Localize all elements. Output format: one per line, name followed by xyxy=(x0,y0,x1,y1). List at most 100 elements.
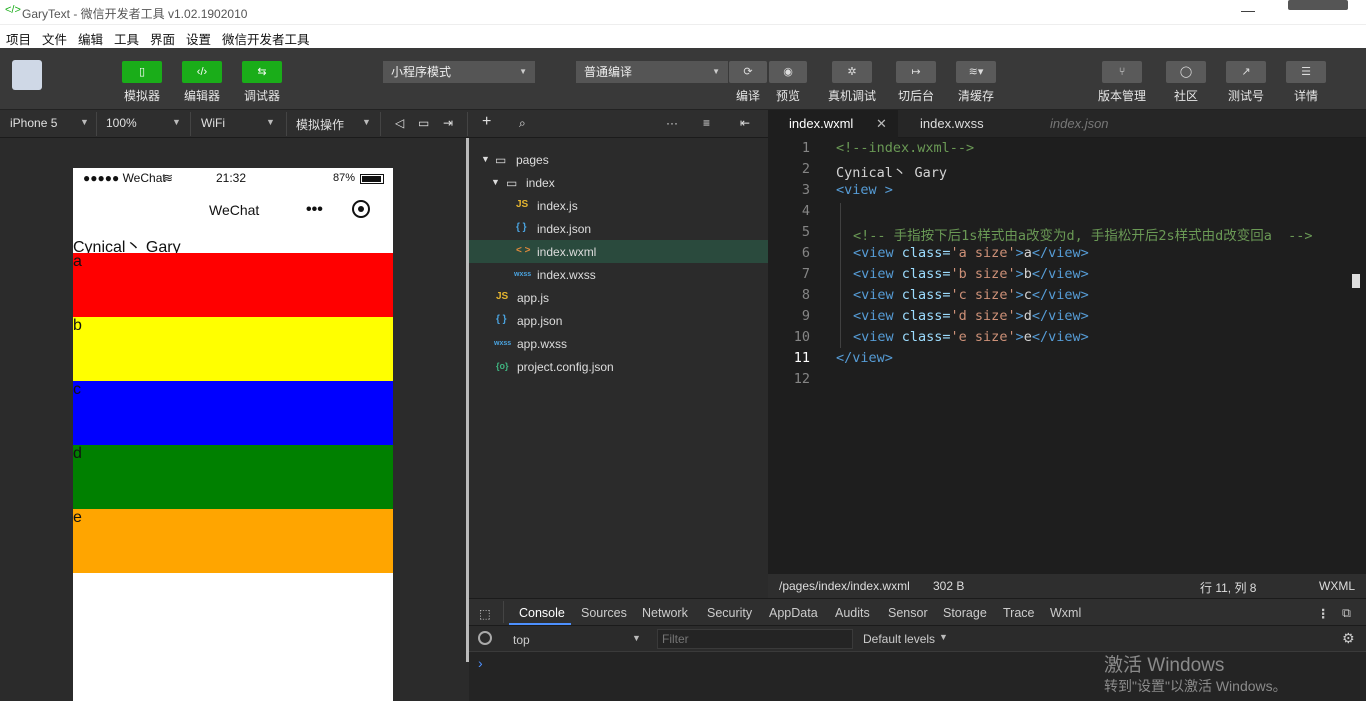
minimize-button[interactable]: — xyxy=(1241,2,1255,18)
cursor-position[interactable]: 行 11, 列 8 xyxy=(1200,579,1256,596)
more-menu-icon[interactable]: ••• xyxy=(306,201,323,219)
toggle-tree-icon[interactable]: ⇤ xyxy=(740,116,750,130)
mode-select-value: 小程序模式 xyxy=(391,65,452,79)
simulator-label: 模拟器 xyxy=(123,89,160,103)
remote-debug-label: 真机调试 xyxy=(827,89,876,103)
file-app-json[interactable]: { } app.json xyxy=(469,309,768,332)
tab-index-wxss[interactable]: index.wxss xyxy=(899,110,1029,138)
tab-index-wxml[interactable]: index.wxml ✕ xyxy=(768,110,898,138)
phone-screen[interactable]: ●●●●● WeChat ≋ 21:32 87% WeChat ••• Cyni… xyxy=(73,168,393,701)
scrollbar-thumb[interactable] xyxy=(1352,274,1360,288)
editor-toggle[interactable]: ‹/› xyxy=(182,61,222,83)
filter-input[interactable] xyxy=(657,629,853,649)
levels-select[interactable]: Default levels xyxy=(863,632,935,646)
menu-project[interactable]: 项目 xyxy=(6,29,31,48)
device-select[interactable]: iPhone 5 xyxy=(10,116,57,130)
file-app-wxss[interactable]: wxss app.wxss xyxy=(469,332,768,355)
menu-settings[interactable]: 设置 xyxy=(186,29,211,48)
details-button[interactable]: ☰ xyxy=(1286,61,1326,83)
remote-debug-button[interactable]: ✲ xyxy=(832,61,872,83)
folder-label: pages xyxy=(516,153,549,167)
tab-sensor[interactable]: Sensor xyxy=(888,606,928,620)
chevron-down-icon: ▼ xyxy=(266,117,275,127)
line-number: 6 xyxy=(801,245,810,261)
menu-wechat-devtools[interactable]: 微信开发者工具 xyxy=(222,29,310,48)
menu-edit[interactable]: 编辑 xyxy=(78,29,103,48)
file-project-config[interactable]: {o} project.config.json xyxy=(469,355,768,378)
test-account-label: 测试号 xyxy=(1227,89,1264,103)
code-token: > xyxy=(1015,308,1024,324)
add-file-icon[interactable]: + xyxy=(482,113,491,131)
search-icon[interactable]: ⌕ xyxy=(519,116,526,131)
detach-icon[interactable]: ⇥ xyxy=(443,116,453,130)
compile-select-value: 普通编译 xyxy=(584,65,633,79)
block-label: b xyxy=(73,317,82,334)
tab-wxml[interactable]: Wxml xyxy=(1050,606,1081,620)
file-index-wxss[interactable]: wxss index.wxss xyxy=(469,263,768,286)
close-icon[interactable]: ✕ xyxy=(876,110,887,138)
file-app-js[interactable]: JS app.js xyxy=(469,286,768,309)
debugger-toggle[interactable]: ⇆ xyxy=(242,61,282,83)
file-index-json[interactable]: { } index.json xyxy=(469,217,768,240)
tab-audits[interactable]: Audits xyxy=(835,606,870,620)
language-mode[interactable]: WXML xyxy=(1319,579,1355,593)
context-select[interactable]: top xyxy=(513,633,530,647)
sound-icon[interactable]: ◁ xyxy=(395,116,404,130)
menu-file[interactable]: 文件 xyxy=(42,29,67,48)
console-prompt[interactable]: › xyxy=(478,655,483,671)
kebab-menu-icon[interactable]: ⋮ xyxy=(1317,606,1330,621)
folder-pages[interactable]: ▼ ▭ pages xyxy=(469,148,768,171)
file-index-js[interactable]: JS index.js xyxy=(469,194,768,217)
tab-security[interactable]: Security xyxy=(707,606,752,620)
more-icon[interactable]: ··· xyxy=(666,116,678,130)
tab-network[interactable]: Network xyxy=(642,606,688,620)
tab-sources[interactable]: Sources xyxy=(581,606,627,620)
avatar[interactable] xyxy=(12,60,42,90)
file-index-wxml[interactable]: < > index.wxml xyxy=(469,240,768,263)
rotate-icon[interactable]: ▭ xyxy=(418,116,429,130)
inspect-icon[interactable]: ⬚ xyxy=(479,606,491,621)
block-a[interactable]: a xyxy=(73,253,393,317)
preview-button[interactable]: ◉ xyxy=(769,61,807,83)
block-d[interactable]: d xyxy=(73,445,393,509)
sim-ops-select[interactable]: 模拟操作 xyxy=(296,116,344,133)
block-e[interactable]: e xyxy=(73,509,393,573)
compile-button[interactable]: ⟳ xyxy=(729,61,767,83)
wxml-icon: < > xyxy=(516,245,531,256)
window-title: GaryText - 微信开发者工具 v1.02.1902010 xyxy=(22,7,248,21)
mode-select[interactable]: 小程序模式 ▼ xyxy=(383,61,535,83)
gear-icon[interactable]: ⚙ xyxy=(1342,630,1355,647)
code-editor[interactable]: 1 2 3 4 5 6 7 8 9 10 11 12 <!--index.wxm… xyxy=(768,138,1366,574)
background-button[interactable]: ↦ xyxy=(896,61,936,83)
file-label: project.config.json xyxy=(517,360,614,374)
maximize-button[interactable] xyxy=(1288,0,1348,10)
menu-tools[interactable]: 工具 xyxy=(114,29,139,48)
tab-appdata[interactable]: AppData xyxy=(769,606,818,620)
console-output[interactable]: › 激活 Windows 转到"设置"以激活 Windows。 xyxy=(469,652,1366,701)
tab-trace[interactable]: Trace xyxy=(1003,606,1035,620)
simulator-toggle[interactable]: ▯ xyxy=(122,61,162,83)
network-select[interactable]: WiFi xyxy=(201,116,225,130)
folder-index[interactable]: ▼ ▭ index xyxy=(469,171,768,194)
zoom-select[interactable]: 100% xyxy=(106,116,137,130)
compile-select[interactable]: 普通编译 ▼ xyxy=(576,61,728,83)
test-account-button[interactable]: ↗ xyxy=(1226,61,1266,83)
block-b[interactable]: b xyxy=(73,317,393,381)
clear-console-icon[interactable] xyxy=(478,631,492,645)
separator xyxy=(503,601,504,623)
community-button[interactable]: ◯ xyxy=(1166,61,1206,83)
collapse-icon[interactable]: ≡ xyxy=(703,116,710,130)
code-token: e xyxy=(1023,329,1032,345)
tab-storage[interactable]: Storage xyxy=(943,606,987,620)
clear-cache-button[interactable]: ≋▾ xyxy=(956,61,996,83)
chevron-down-icon: ▼ xyxy=(172,117,181,127)
menu-view[interactable]: 界面 xyxy=(150,29,175,48)
tab-console[interactable]: Console xyxy=(519,606,565,620)
dock-icon[interactable]: ⧉ xyxy=(1342,606,1351,621)
wxss-icon: wxss xyxy=(514,271,532,278)
version-button[interactable]: ⑂ xyxy=(1102,61,1142,83)
close-capsule-icon[interactable] xyxy=(352,200,370,218)
config-icon: {o} xyxy=(496,361,509,371)
block-c[interactable]: c xyxy=(73,381,393,445)
tab-index-json[interactable]: index.json xyxy=(1030,110,1160,138)
